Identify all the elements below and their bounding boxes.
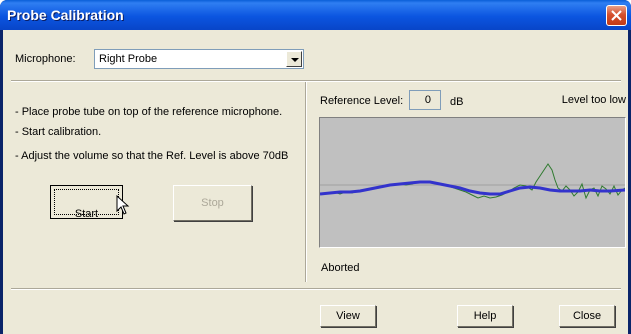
- close-button[interactable]: Close: [559, 305, 615, 327]
- stop-button-label: Stop: [201, 197, 224, 209]
- close-icon: [611, 10, 622, 21]
- level-graph: [319, 117, 626, 248]
- microphone-selected-value: Right Probe: [99, 53, 158, 65]
- help-button-label: Help: [473, 310, 497, 322]
- start-button-label: Start: [74, 208, 99, 220]
- microphone-label: Microphone:: [15, 53, 76, 65]
- instruction-line-3: - Adjust the volume so that the Ref. Lev…: [15, 150, 289, 162]
- dialog-body: Microphone: Right Probe - Place probe tu…: [3, 30, 628, 334]
- close-button-label: Close: [572, 310, 602, 322]
- reference-level-value: 0: [424, 94, 431, 106]
- dialog-window: Probe Calibration Microphone: Right Prob…: [0, 0, 631, 334]
- close-window-button[interactable]: [606, 5, 627, 26]
- reference-level-field: 0: [409, 90, 441, 110]
- view-button[interactable]: View: [320, 305, 376, 327]
- microphone-select[interactable]: Right Probe: [94, 49, 304, 69]
- instruction-line-2: - Start calibration.: [15, 126, 102, 138]
- window-title: Probe Calibration: [7, 7, 124, 23]
- view-button-label: View: [336, 310, 360, 322]
- separator-vertical: [305, 82, 307, 282]
- stop-button[interactable]: Stop: [173, 185, 252, 221]
- calibration-status: Aborted: [321, 262, 360, 274]
- separator-top: [11, 80, 621, 82]
- reference-level-label: Reference Level:: [320, 95, 404, 107]
- help-button[interactable]: Help: [457, 305, 513, 327]
- mouse-cursor-icon: [116, 195, 130, 215]
- level-graph-plot: [319, 163, 626, 200]
- level-status: Level too low: [561, 94, 626, 106]
- start-button[interactable]: Start: [50, 185, 123, 220]
- title-bar[interactable]: Probe Calibration: [0, 0, 631, 30]
- chevron-down-icon[interactable]: [286, 51, 302, 67]
- reference-level-unit: dB: [450, 96, 464, 108]
- smoothed-level-line: [319, 180, 626, 196]
- instruction-line-1: - Place probe tube on top of the referen…: [15, 106, 283, 118]
- separator-bottom: [11, 288, 621, 290]
